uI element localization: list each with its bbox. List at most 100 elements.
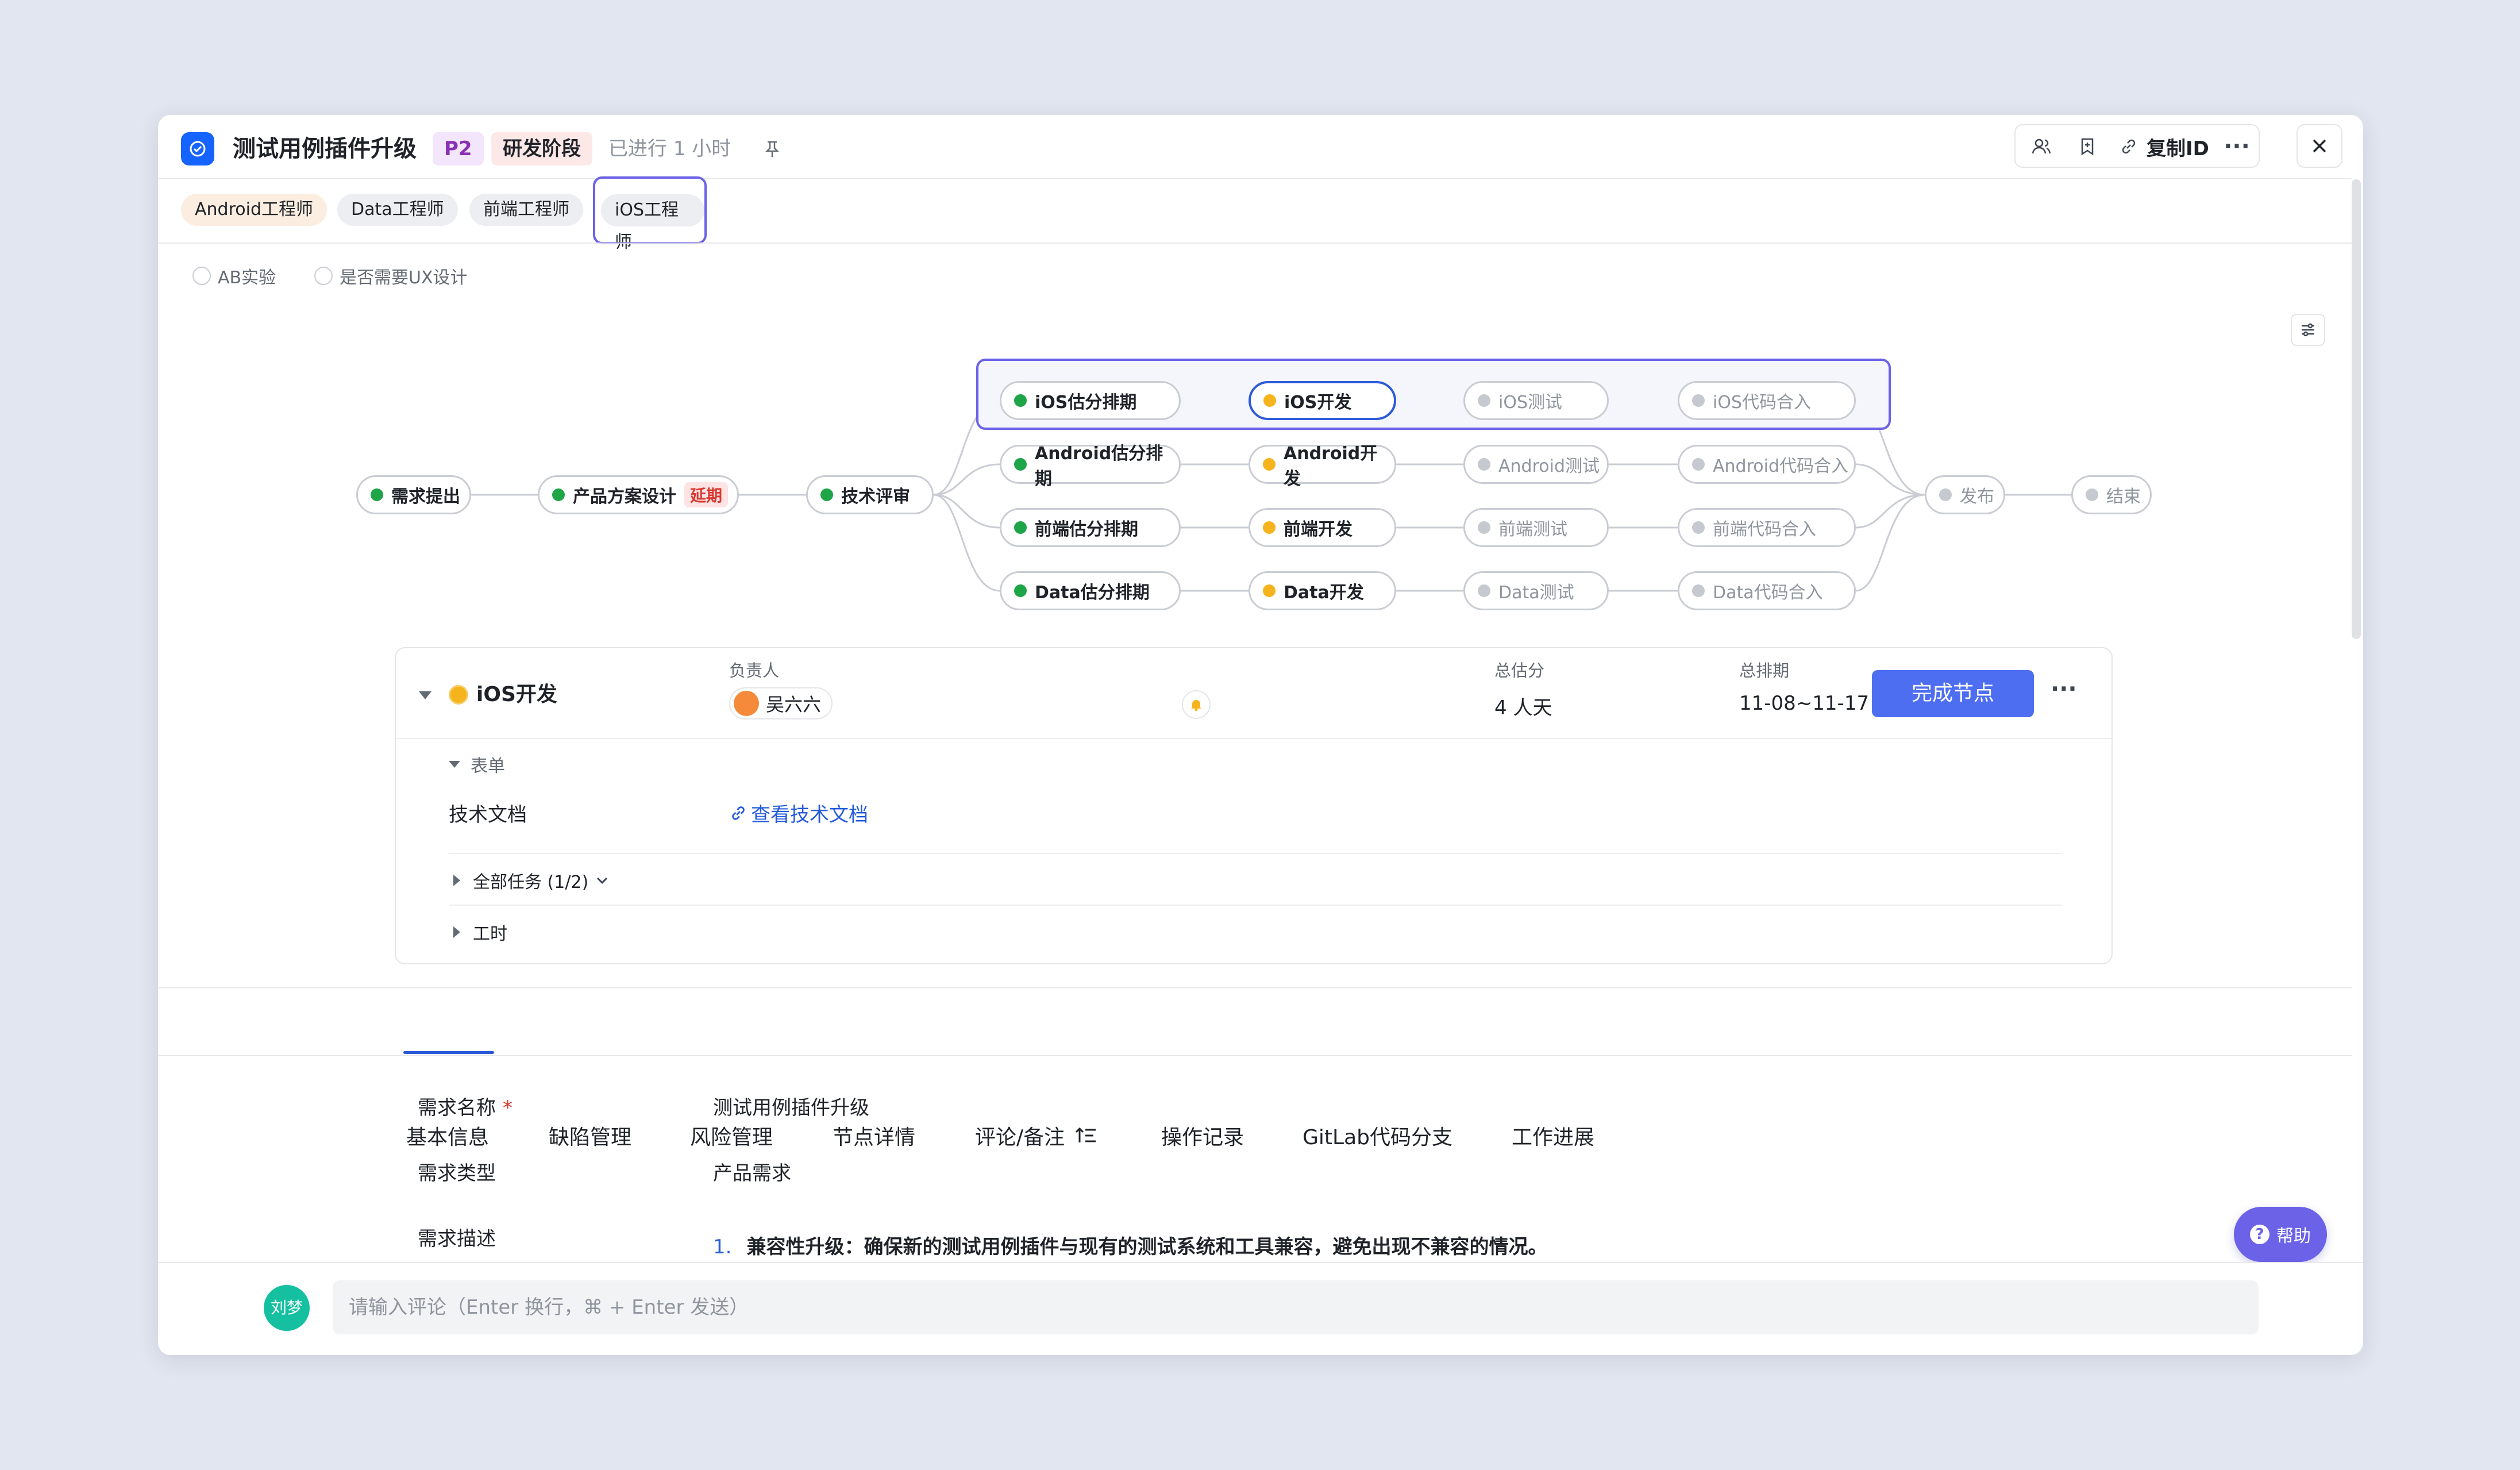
status-todo-icon (1478, 394, 1490, 407)
detail-node-name: iOS开发 (476, 683, 557, 706)
flow-node-ios-estimate[interactable]: iOS估分排期 (1000, 381, 1181, 420)
flow-node-release[interactable]: 发布 (1925, 475, 2005, 514)
req-type-label: 需求类型 (418, 1162, 496, 1185)
status-todo-icon (1692, 521, 1705, 534)
flow-node-android-dev[interactable]: Android开发 (1249, 444, 1396, 489)
estimate-label: 总估分 (1494, 661, 1545, 680)
node-label: 结束 (2106, 487, 2141, 507)
flow-node-end[interactable]: 结束 (2071, 475, 2152, 514)
tab-gitlab-branches[interactable]: GitLab代码分支 (1303, 1121, 1452, 1150)
status-done-icon (371, 488, 383, 501)
tab-activity-log[interactable]: 操作记录 (1161, 1121, 1244, 1150)
flow-node-product-design[interactable]: 产品方案设计 延期 (538, 475, 739, 514)
status-todo-icon (1478, 458, 1490, 471)
form-section-toggle[interactable]: 表单 (449, 752, 505, 777)
tabs-bottom-divider (158, 1055, 2352, 1056)
node-label: 前端代码合入 (1713, 519, 1816, 540)
flow-node-ios-dev[interactable]: iOS开发 (1249, 381, 1396, 420)
node-label: 发布 (1960, 487, 1994, 507)
schedule-value: 11-08~11-17 (1739, 692, 1870, 715)
tab-basic-info[interactable]: 基本信息 (406, 1121, 489, 1150)
tab-work-progress[interactable]: 工作进展 (1512, 1121, 1594, 1150)
req-desc-label: 需求描述 (418, 1227, 496, 1250)
req-desc-value[interactable]: 1. 兼容性升级：确保新的测试用例插件与现有的测试系统和工具兼容，避免出现不兼容的… (713, 1231, 1547, 1259)
caret-right-icon (453, 926, 460, 938)
req-name-label: 需求名称 * (418, 1092, 513, 1120)
collapse-caret-icon[interactable] (419, 691, 431, 699)
node-label: iOS估分排期 (1035, 392, 1137, 413)
flow-node-tech-review[interactable]: 技术评审 (806, 475, 934, 514)
help-button[interactable]: ? 帮助 (2234, 1207, 2327, 1262)
tech-doc-label: 技术文档 (449, 803, 527, 826)
flow-node-frontend-estimate[interactable]: 前端估分排期 (1000, 508, 1181, 547)
scrollbar-thumb[interactable] (2352, 179, 2361, 639)
link-icon (732, 806, 745, 820)
tasks-label: 全部任务 (1/2) (473, 872, 589, 892)
tasks-section-toggle[interactable]: 全部任务 (1/2) (453, 868, 610, 893)
tab-comments-label: 评论/备注 (975, 1126, 1065, 1149)
flow-node-frontend-merge[interactable]: 前端代码合入 (1678, 508, 1856, 547)
flow-node-data-test[interactable]: Data测试 (1463, 571, 1609, 610)
flow-node-android-estimate[interactable]: Android估分排期 (1000, 444, 1181, 489)
status-doing-icon (1263, 584, 1276, 597)
worktime-section-toggle[interactable]: 工时 (453, 919, 507, 945)
node-label: iOS代码合入 (1713, 392, 1811, 413)
card-divider (396, 738, 2111, 739)
worktime-label: 工时 (473, 924, 507, 944)
flow-node-data-merge[interactable]: Data代码合入 (1678, 571, 1856, 610)
tech-doc-link-label: 查看技术文档 (751, 803, 868, 826)
delay-badge: 延期 (684, 482, 729, 507)
flow-node-frontend-test[interactable]: 前端测试 (1463, 508, 1609, 547)
sort-icon (1076, 1127, 1096, 1142)
node-label: Data测试 (1498, 583, 1574, 603)
caret-down-icon (449, 761, 460, 768)
flow-node-requirement[interactable]: 需求提出 (356, 475, 471, 514)
status-done-icon (1014, 394, 1027, 407)
status-todo-icon (1692, 584, 1705, 597)
status-done-icon (1014, 521, 1027, 534)
tab-defects[interactable]: 缺陷管理 (549, 1121, 631, 1150)
status-todo-icon (1478, 584, 1490, 597)
status-todo-icon (1692, 458, 1705, 471)
node-label: 前端开发 (1284, 519, 1353, 540)
flow-node-ios-test[interactable]: iOS测试 (1463, 381, 1609, 420)
comment-bar: 刘梦 请输入评论（Enter 换行，⌘ + Enter 发送） (158, 1262, 2363, 1355)
tab-node-details[interactable]: 节点详情 (833, 1121, 915, 1150)
node-label: 技术评审 (841, 487, 910, 507)
flow-node-data-estimate[interactable]: Data估分排期 (1000, 571, 1181, 610)
complete-node-button[interactable]: 完成节点 (1872, 670, 2034, 717)
schedule-label: 总排期 (1739, 661, 1790, 680)
flow-node-android-test[interactable]: Android测试 (1463, 445, 1609, 484)
node-label: Android估分排期 (1035, 444, 1163, 489)
status-done-icon (1014, 458, 1027, 471)
card-more-icon[interactable]: ··· (2051, 676, 2077, 702)
node-label: iOS测试 (1498, 392, 1562, 413)
section-divider (449, 905, 2061, 906)
tab-risks[interactable]: 风险管理 (690, 1121, 773, 1150)
node-label: Data估分排期 (1035, 583, 1150, 603)
flow-node-data-dev[interactable]: Data开发 (1249, 571, 1396, 610)
req-name-value[interactable]: 测试用例插件升级 (713, 1092, 869, 1120)
tab-active-indicator (403, 1051, 494, 1054)
tabs-top-divider (158, 987, 2352, 988)
node-label: 前端估分排期 (1035, 519, 1138, 540)
comment-input[interactable]: 请输入评论（Enter 换行，⌘ + Enter 发送） (333, 1280, 2259, 1334)
list-index: 1. (713, 1236, 732, 1259)
node-label: Android测试 (1498, 456, 1600, 476)
notify-bell-icon[interactable] (1182, 690, 1211, 719)
desc-text: 兼容性升级：确保新的测试用例插件与现有的测试系统和工具兼容，避免出现不兼容的情况… (746, 1236, 1548, 1259)
status-todo-icon (1939, 488, 1952, 501)
tab-comments[interactable]: 评论/备注 (975, 1121, 1098, 1150)
avatar: 刘梦 (264, 1285, 310, 1331)
requirement-detail-window: 测试用例插件升级 P2 研发阶段 已进行 1 小时 复制ID ··· Andro… (158, 115, 2363, 1355)
flow-node-frontend-dev[interactable]: 前端开发 (1249, 508, 1396, 547)
flow-node-android-merge[interactable]: Android代码合入 (1678, 445, 1856, 484)
status-doing-icon (1263, 394, 1276, 407)
tech-doc-link[interactable]: 查看技术文档 (729, 799, 868, 827)
status-doing-icon (1263, 458, 1276, 471)
owner-chip[interactable]: 吴六六 (729, 687, 833, 719)
flow-node-ios-merge[interactable]: iOS代码合入 (1678, 381, 1856, 420)
node-label: iOS开发 (1284, 392, 1352, 413)
req-type-value[interactable]: 产品需求 (713, 1157, 791, 1186)
status-todo-icon (1478, 521, 1490, 534)
